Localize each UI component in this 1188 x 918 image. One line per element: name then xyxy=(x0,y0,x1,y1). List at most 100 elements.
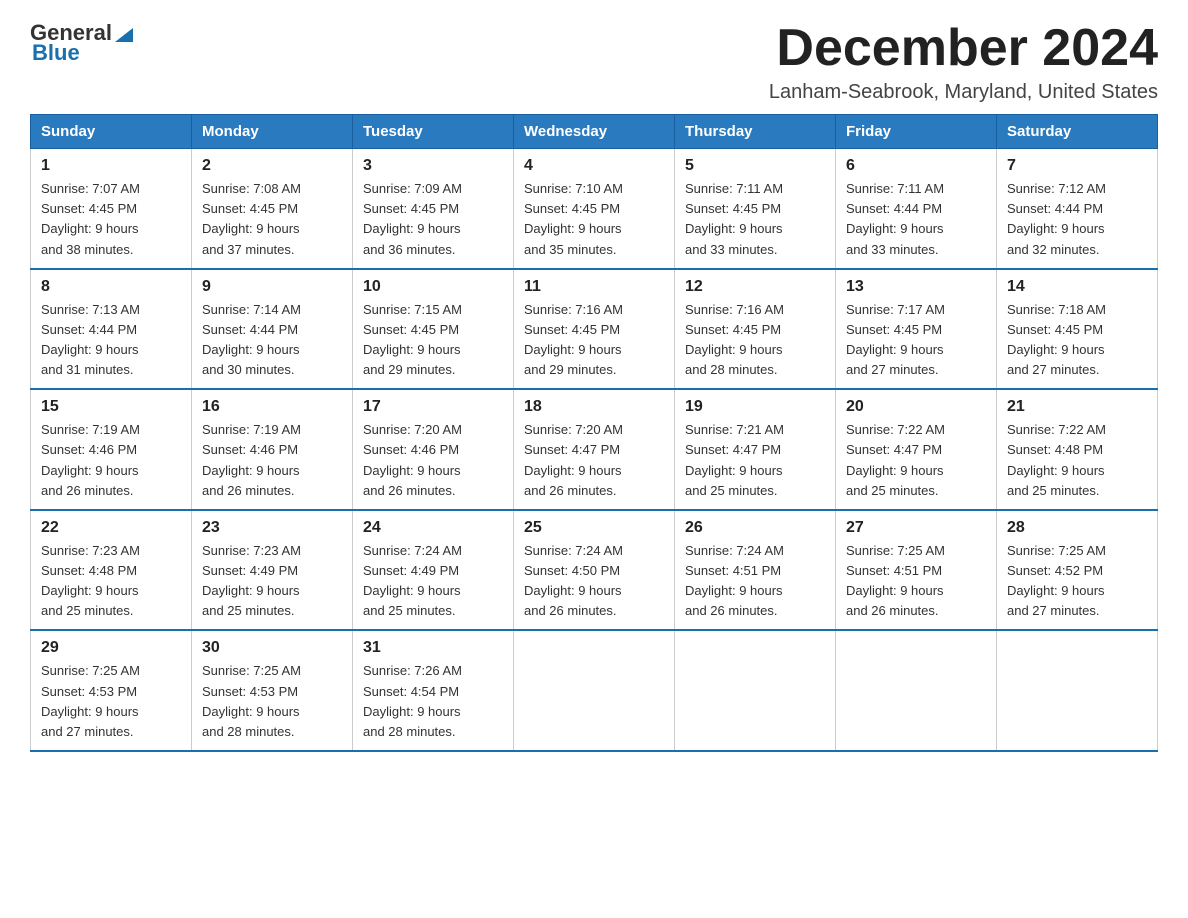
day-number: 18 xyxy=(524,398,664,416)
day-info: Sunrise: 7:18 AMSunset: 4:45 PMDaylight:… xyxy=(1007,300,1147,381)
calendar-cell: 31Sunrise: 7:26 AMSunset: 4:54 PMDayligh… xyxy=(353,630,514,751)
day-info: Sunrise: 7:12 AMSunset: 4:44 PMDaylight:… xyxy=(1007,179,1147,260)
day-number: 29 xyxy=(41,639,181,657)
header-wednesday: Wednesday xyxy=(514,115,675,149)
calendar-cell: 7 Sunrise: 7:12 AMSunset: 4:44 PMDaylight… xyxy=(997,149,1158,269)
header-monday: Monday xyxy=(192,115,353,149)
day-number: 4 xyxy=(524,157,664,175)
header-thursday: Thursday xyxy=(675,115,836,149)
day-info: Sunrise: 7:15 AMSunset: 4:45 PMDaylight:… xyxy=(363,300,503,381)
day-info: Sunrise: 7:24 AMSunset: 4:49 PMDaylight:… xyxy=(363,541,503,622)
calendar-cell: 11 Sunrise: 7:16 AMSunset: 4:45 PMDayligh… xyxy=(514,269,675,390)
header-sunday: Sunday xyxy=(31,115,192,149)
month-title: December 2024 xyxy=(769,20,1158,77)
calendar-week-row: 22 Sunrise: 7:23 AMSunset: 4:48 PMDayligh… xyxy=(31,510,1158,631)
day-number: 13 xyxy=(846,278,986,296)
calendar-cell: 18 Sunrise: 7:20 AMSunset: 4:47 PMDayligh… xyxy=(514,389,675,510)
calendar-cell: 28Sunrise: 7:25 AMSunset: 4:52 PMDayligh… xyxy=(997,510,1158,631)
day-number: 11 xyxy=(524,278,664,296)
calendar-cell xyxy=(675,630,836,751)
day-info: Sunrise: 7:25 AMSunset: 4:52 PMDaylight:… xyxy=(1007,541,1147,622)
calendar-cell: 14 Sunrise: 7:18 AMSunset: 4:45 PMDayligh… xyxy=(997,269,1158,390)
day-info: Sunrise: 7:19 AMSunset: 4:46 PMDaylight:… xyxy=(202,420,342,501)
calendar-cell: 2Sunrise: 7:08 AMSunset: 4:45 PMDaylight… xyxy=(192,149,353,269)
day-info: Sunrise: 7:25 AMSunset: 4:51 PMDaylight:… xyxy=(846,541,986,622)
day-info: Sunrise: 7:26 AMSunset: 4:54 PMDaylight:… xyxy=(363,661,503,742)
day-info: Sunrise: 7:23 AMSunset: 4:49 PMDaylight:… xyxy=(202,541,342,622)
calendar-cell: 15 Sunrise: 7:19 AMSunset: 4:46 PMDayligh… xyxy=(31,389,192,510)
day-number: 3 xyxy=(363,157,503,175)
calendar-cell: 13 Sunrise: 7:17 AMSunset: 4:45 PMDayligh… xyxy=(836,269,997,390)
day-info: Sunrise: 7:17 AMSunset: 4:45 PMDaylight:… xyxy=(846,300,986,381)
calendar-cell: 16 Sunrise: 7:19 AMSunset: 4:46 PMDayligh… xyxy=(192,389,353,510)
day-info: Sunrise: 7:20 AMSunset: 4:46 PMDaylight:… xyxy=(363,420,503,501)
day-number: 7 xyxy=(1007,157,1147,175)
day-info: Sunrise: 7:22 AMSunset: 4:48 PMDaylight:… xyxy=(1007,420,1147,501)
day-number: 5 xyxy=(685,157,825,175)
calendar-cell: 27 Sunrise: 7:25 AMSunset: 4:51 PMDayligh… xyxy=(836,510,997,631)
day-number: 26 xyxy=(685,519,825,537)
day-info: Sunrise: 7:16 AMSunset: 4:45 PMDaylight:… xyxy=(685,300,825,381)
day-number: 15 xyxy=(41,398,181,416)
calendar-cell xyxy=(836,630,997,751)
calendar-cell: 29 Sunrise: 7:25 AMSunset: 4:53 PMDayligh… xyxy=(31,630,192,751)
calendar-cell: 6 Sunrise: 7:11 AMSunset: 4:44 PMDaylight… xyxy=(836,149,997,269)
page-header: General Blue December 2024 Lanham-Seabro… xyxy=(30,20,1158,104)
calendar-body: 1Sunrise: 7:07 AMSunset: 4:45 PMDaylight… xyxy=(31,149,1158,751)
weekday-header-row: Sunday Monday Tuesday Wednesday Thursday… xyxy=(31,115,1158,149)
calendar-cell: 23 Sunrise: 7:23 AMSunset: 4:49 PMDayligh… xyxy=(192,510,353,631)
day-info: Sunrise: 7:09 AMSunset: 4:45 PMDaylight:… xyxy=(363,179,503,260)
calendar-cell xyxy=(514,630,675,751)
calendar-cell: 5 Sunrise: 7:11 AMSunset: 4:45 PMDaylight… xyxy=(675,149,836,269)
day-number: 23 xyxy=(202,519,342,537)
calendar-cell: 17Sunrise: 7:20 AMSunset: 4:46 PMDayligh… xyxy=(353,389,514,510)
day-info: Sunrise: 7:24 AMSunset: 4:51 PMDaylight:… xyxy=(685,541,825,622)
calendar-header: Sunday Monday Tuesday Wednesday Thursday… xyxy=(31,115,1158,149)
day-number: 9 xyxy=(202,278,342,296)
day-info: Sunrise: 7:14 AMSunset: 4:44 PMDaylight:… xyxy=(202,300,342,381)
day-info: Sunrise: 7:23 AMSunset: 4:48 PMDaylight:… xyxy=(41,541,181,622)
day-number: 12 xyxy=(685,278,825,296)
day-info: Sunrise: 7:20 AMSunset: 4:47 PMDaylight:… xyxy=(524,420,664,501)
day-info: Sunrise: 7:11 AMSunset: 4:44 PMDaylight:… xyxy=(846,179,986,260)
calendar-cell: 3 Sunrise: 7:09 AMSunset: 4:45 PMDaylight… xyxy=(353,149,514,269)
calendar-week-row: 29 Sunrise: 7:25 AMSunset: 4:53 PMDayligh… xyxy=(31,630,1158,751)
day-info: Sunrise: 7:21 AMSunset: 4:47 PMDaylight:… xyxy=(685,420,825,501)
day-info: Sunrise: 7:16 AMSunset: 4:45 PMDaylight:… xyxy=(524,300,664,381)
day-number: 20 xyxy=(846,398,986,416)
header-friday: Friday xyxy=(836,115,997,149)
calendar-cell xyxy=(997,630,1158,751)
calendar-cell: 26 Sunrise: 7:24 AMSunset: 4:51 PMDayligh… xyxy=(675,510,836,631)
calendar-cell: 25 Sunrise: 7:24 AMSunset: 4:50 PMDayligh… xyxy=(514,510,675,631)
day-number: 22 xyxy=(41,519,181,537)
header-saturday: Saturday xyxy=(997,115,1158,149)
day-info: Sunrise: 7:19 AMSunset: 4:46 PMDaylight:… xyxy=(41,420,181,501)
day-number: 25 xyxy=(524,519,664,537)
day-number: 14 xyxy=(1007,278,1147,296)
calendar-cell: 22 Sunrise: 7:23 AMSunset: 4:48 PMDayligh… xyxy=(31,510,192,631)
calendar-cell: 9 Sunrise: 7:14 AMSunset: 4:44 PMDaylight… xyxy=(192,269,353,390)
calendar-table: Sunday Monday Tuesday Wednesday Thursday… xyxy=(30,114,1158,752)
day-number: 6 xyxy=(846,157,986,175)
day-info: Sunrise: 7:08 AMSunset: 4:45 PMDaylight:… xyxy=(202,179,342,260)
day-info: Sunrise: 7:24 AMSunset: 4:50 PMDaylight:… xyxy=(524,541,664,622)
logo-blue-text: Blue xyxy=(32,40,80,66)
day-number: 10 xyxy=(363,278,503,296)
day-number: 16 xyxy=(202,398,342,416)
logo-area: General Blue xyxy=(30,20,136,66)
day-number: 30 xyxy=(202,639,342,657)
day-number: 24 xyxy=(363,519,503,537)
calendar-cell: 19Sunrise: 7:21 AMSunset: 4:47 PMDayligh… xyxy=(675,389,836,510)
day-number: 8 xyxy=(41,278,181,296)
day-info: Sunrise: 7:25 AMSunset: 4:53 PMDaylight:… xyxy=(41,661,181,742)
day-number: 21 xyxy=(1007,398,1147,416)
calendar-cell: 1Sunrise: 7:07 AMSunset: 4:45 PMDaylight… xyxy=(31,149,192,269)
day-info: Sunrise: 7:11 AMSunset: 4:45 PMDaylight:… xyxy=(685,179,825,260)
day-info: Sunrise: 7:25 AMSunset: 4:53 PMDaylight:… xyxy=(202,661,342,742)
day-number: 27 xyxy=(846,519,986,537)
calendar-week-row: 15 Sunrise: 7:19 AMSunset: 4:46 PMDayligh… xyxy=(31,389,1158,510)
calendar-cell: 12 Sunrise: 7:16 AMSunset: 4:45 PMDayligh… xyxy=(675,269,836,390)
calendar-cell: 8 Sunrise: 7:13 AMSunset: 4:44 PMDaylight… xyxy=(31,269,192,390)
title-area: December 2024 Lanham-Seabrook, Maryland,… xyxy=(769,20,1158,104)
day-info: Sunrise: 7:13 AMSunset: 4:44 PMDaylight:… xyxy=(41,300,181,381)
